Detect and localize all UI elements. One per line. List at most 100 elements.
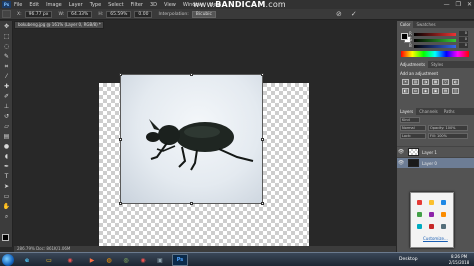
- commit-transform-icon[interactable]: ✓: [351, 10, 357, 18]
- tab-layers[interactable]: Layers: [397, 108, 417, 115]
- tray-icon[interactable]: [429, 224, 434, 229]
- tab-color[interactable]: Color: [397, 21, 414, 28]
- tab-swatches[interactable]: Swatches: [413, 21, 438, 28]
- dodge-tool-icon[interactable]: ◖: [2, 152, 11, 161]
- menu-edit[interactable]: Edit: [29, 2, 39, 8]
- lasso-tool-icon[interactable]: ◌: [2, 42, 11, 51]
- invert-adjustment-icon[interactable]: ▤: [442, 88, 449, 94]
- healing-tool-icon[interactable]: ✚: [2, 82, 11, 91]
- visibility-eye-icon[interactable]: 👁: [397, 160, 405, 166]
- gradient-tool-icon[interactable]: ▤: [2, 132, 11, 141]
- menu-view[interactable]: View: [164, 2, 176, 8]
- zoom-tool-icon[interactable]: ⌕: [2, 212, 11, 221]
- transform-handle-top[interactable]: [190, 73, 193, 76]
- menu-file[interactable]: File: [14, 2, 22, 8]
- move-tool-icon[interactable]: ✥: [2, 22, 11, 31]
- layer-name[interactable]: Layer 1: [422, 150, 437, 155]
- desktop-toolbar-label[interactable]: Desktop: [399, 257, 418, 262]
- tray-icon[interactable]: [441, 200, 446, 205]
- layer-kind-filter[interactable]: Kind: [400, 117, 420, 123]
- free-transform-box[interactable]: [119, 73, 264, 205]
- menu-filter[interactable]: Filter: [131, 2, 143, 8]
- color-balance-adjustment-icon[interactable]: ◧: [402, 88, 409, 94]
- menu-type[interactable]: Type: [90, 2, 101, 8]
- menu-image[interactable]: Image: [46, 2, 62, 8]
- transform-handle-top-right[interactable]: [261, 73, 264, 76]
- tool-preset-picker[interactable]: [2, 10, 11, 18]
- brush-tool-icon[interactable]: ✐: [2, 92, 11, 101]
- opacity-field[interactable]: Opacity: 100%: [428, 125, 468, 131]
- taskbar-chrome-icon[interactable]: ◉: [135, 254, 151, 266]
- menu-select[interactable]: Select: [108, 2, 123, 8]
- layer-row[interactable]: 👁 Layer 1: [397, 146, 474, 157]
- transform-handle-bottom-right[interactable]: [261, 202, 264, 205]
- taskbar-clock[interactable]: 8:26 PM 2/15/2018: [447, 254, 471, 266]
- vibrance-adjustment-icon[interactable]: ▽: [442, 79, 449, 85]
- transform-handle-bottom[interactable]: [190, 202, 193, 205]
- transform-handle-right[interactable]: [261, 138, 264, 141]
- menu-layer[interactable]: Layer: [69, 2, 83, 8]
- tray-icon[interactable]: [429, 212, 434, 217]
- channel-mixer-adjustment-icon[interactable]: ▣: [432, 88, 439, 94]
- eyedropper-tool-icon[interactable]: ⁄: [2, 72, 11, 81]
- color-spectrum-bar[interactable]: [401, 51, 469, 57]
- foreground-color-swatch[interactable]: [2, 234, 9, 241]
- taskbar-explorer-icon[interactable]: ▭: [41, 254, 57, 266]
- blur-tool-icon[interactable]: ●: [2, 142, 11, 151]
- clone-stamp-tool-icon[interactable]: ⊥: [2, 102, 11, 111]
- curves-adjustment-icon[interactable]: ◑: [422, 79, 429, 85]
- gradient-map-adjustment-icon[interactable]: ◫: [452, 88, 459, 94]
- tray-icon[interactable]: [429, 200, 434, 205]
- taskbar-bandicam-icon[interactable]: ◎: [118, 254, 134, 266]
- height-field[interactable]: 65.59%: [106, 10, 132, 18]
- black-white-adjustment-icon[interactable]: ⚖: [412, 88, 419, 94]
- levels-adjustment-icon[interactable]: ▥: [412, 79, 419, 85]
- interpolation-select[interactable]: Bicubic: [191, 10, 217, 18]
- tab-adjustments[interactable]: Adjustments: [397, 61, 429, 68]
- tab-paths[interactable]: Paths: [441, 108, 458, 115]
- path-select-tool-icon[interactable]: ➤: [2, 182, 11, 191]
- tray-icon[interactable]: [441, 224, 446, 229]
- panel-foreground-swatch[interactable]: [401, 33, 408, 40]
- marquee-tool-icon[interactable]: ⬚: [2, 32, 11, 41]
- angle-field[interactable]: 0.00: [134, 10, 153, 18]
- visibility-eye-icon[interactable]: 👁: [397, 149, 405, 155]
- tab-styles[interactable]: Styles: [428, 61, 446, 68]
- transform-handle-top-left[interactable]: [119, 73, 122, 76]
- taskbar-ie-icon[interactable]: e: [19, 254, 35, 266]
- transform-handle-bottom-left[interactable]: [119, 202, 122, 205]
- customize-link[interactable]: Customize...: [423, 236, 448, 241]
- cancel-transform-icon[interactable]: ⊘: [336, 10, 342, 18]
- start-button[interactable]: [2, 254, 14, 266]
- tray-icon[interactable]: [417, 224, 422, 229]
- lock-controls[interactable]: Lock:: [400, 133, 426, 139]
- taskbar-photoshop-icon[interactable]: Ps: [172, 254, 188, 266]
- x-position-field[interactable]: 96.77 px: [24, 10, 53, 18]
- shape-tool-icon[interactable]: ▭: [2, 192, 11, 201]
- quick-select-tool-icon[interactable]: ✎: [2, 52, 11, 61]
- menu-3d[interactable]: 3D: [150, 2, 157, 8]
- exposure-adjustment-icon[interactable]: ▦: [432, 79, 439, 85]
- fill-field[interactable]: Fill: 100%: [428, 133, 468, 139]
- tray-icon[interactable]: [441, 212, 446, 217]
- eraser-tool-icon[interactable]: ▱: [2, 122, 11, 131]
- taskbar-chrome-icon[interactable]: ◉: [62, 254, 78, 266]
- layer-name[interactable]: Layer 0: [422, 161, 437, 166]
- crop-tool-icon[interactable]: ⌗: [2, 62, 11, 71]
- taskbar-camera-icon[interactable]: ▣: [152, 254, 168, 266]
- green-slider[interactable]: G 0: [409, 37, 468, 42]
- tab-channels[interactable]: Channels: [416, 108, 441, 115]
- minimize-icon[interactable]: —: [444, 1, 450, 8]
- close-icon[interactable]: ✕: [467, 1, 472, 8]
- blue-slider[interactable]: B 0: [409, 43, 468, 48]
- hue-saturation-adjustment-icon[interactable]: ◐: [452, 79, 459, 85]
- blend-mode-select[interactable]: Normal: [400, 125, 426, 131]
- width-field[interactable]: 64.33%: [67, 10, 93, 18]
- layer-row-selected[interactable]: 👁 Layer 0: [397, 157, 474, 168]
- pen-tool-icon[interactable]: ✒: [2, 162, 11, 171]
- maximize-icon[interactable]: ❐: [456, 1, 461, 8]
- tray-icon[interactable]: [417, 200, 422, 205]
- tray-icon[interactable]: [417, 212, 422, 217]
- document-tab[interactable]: bokubeng.jpg @ 161% (Layer 0, RGB/8) *: [14, 21, 104, 29]
- transform-handle-left[interactable]: [119, 138, 122, 141]
